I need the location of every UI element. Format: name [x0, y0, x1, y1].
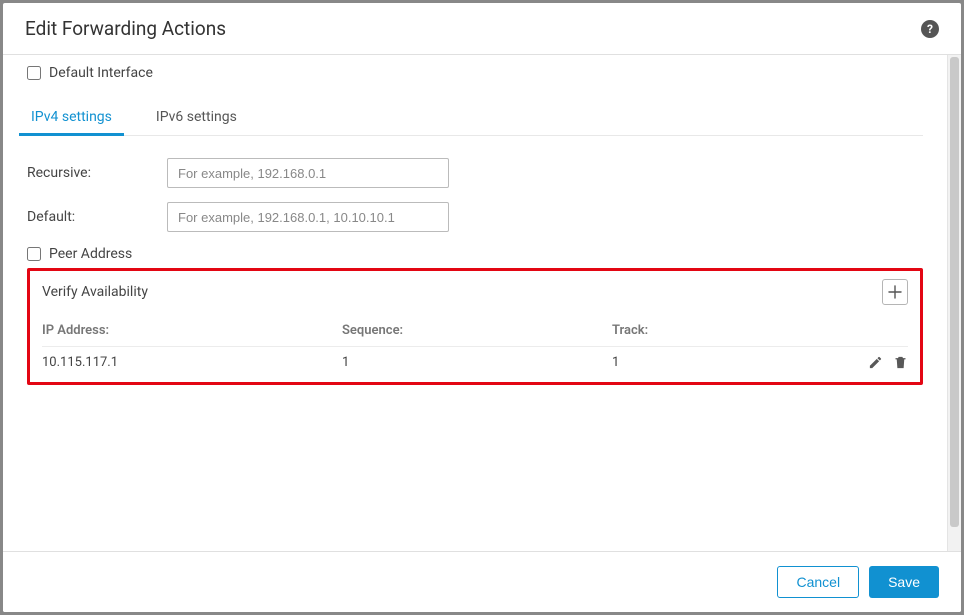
plus-icon	[888, 285, 902, 299]
verify-header: Verify Availability	[42, 279, 908, 305]
cancel-button[interactable]: Cancel	[777, 566, 859, 598]
default-row: Default:	[27, 202, 923, 232]
save-button[interactable]: Save	[869, 566, 939, 598]
modal-title: Edit Forwarding Actions	[25, 17, 226, 40]
delete-icon[interactable]	[893, 355, 908, 370]
edit-icon[interactable]	[868, 355, 883, 370]
table-row: 10.115.117.1 1 1	[42, 346, 908, 378]
column-ip-header: IP Address:	[42, 323, 342, 338]
modal-dialog: Edit Forwarding Actions ? Default Interf…	[3, 3, 961, 612]
column-actions-header	[848, 323, 908, 338]
verify-title: Verify Availability	[42, 284, 148, 300]
default-interface-row: Default Interface	[27, 65, 923, 81]
tab-ipv6-settings[interactable]: IPv6 settings	[152, 101, 241, 135]
default-interface-label[interactable]: Default Interface	[49, 65, 153, 81]
verify-table: IP Address: Sequence: Track: 10.115.117.…	[42, 319, 908, 378]
peer-address-checkbox[interactable]	[27, 247, 41, 261]
recursive-label: Recursive:	[27, 165, 167, 181]
peer-address-row: Peer Address	[27, 246, 923, 262]
modal-header: Edit Forwarding Actions ?	[3, 3, 961, 55]
column-track-header: Track:	[612, 323, 848, 338]
cell-ip: 10.115.117.1	[42, 355, 342, 370]
peer-address-label[interactable]: Peer Address	[49, 246, 132, 262]
scrollbar[interactable]	[947, 55, 961, 551]
default-interface-checkbox[interactable]	[27, 66, 41, 80]
scrollbar-thumb[interactable]	[950, 57, 959, 527]
recursive-row: Recursive:	[27, 158, 923, 188]
modal-body: Default Interface IPv4 settings IPv6 set…	[3, 55, 947, 551]
add-button[interactable]	[882, 279, 908, 305]
cell-sequence: 1	[342, 355, 612, 370]
table-header: IP Address: Sequence: Track:	[42, 319, 908, 346]
column-sequence-header: Sequence:	[342, 323, 612, 338]
verify-availability-section: Verify Availability IP Address: Sequence…	[27, 268, 923, 385]
tab-ipv4-settings[interactable]: IPv4 settings	[27, 101, 116, 135]
modal-body-wrapper: Default Interface IPv4 settings IPv6 set…	[3, 55, 961, 551]
default-input[interactable]	[167, 202, 449, 232]
recursive-input[interactable]	[167, 158, 449, 188]
help-icon[interactable]: ?	[921, 20, 939, 38]
cell-track: 1	[612, 355, 848, 370]
default-label: Default:	[27, 209, 167, 225]
row-actions	[848, 355, 908, 370]
tabs: IPv4 settings IPv6 settings	[27, 101, 923, 136]
modal-footer: Cancel Save	[3, 551, 961, 612]
